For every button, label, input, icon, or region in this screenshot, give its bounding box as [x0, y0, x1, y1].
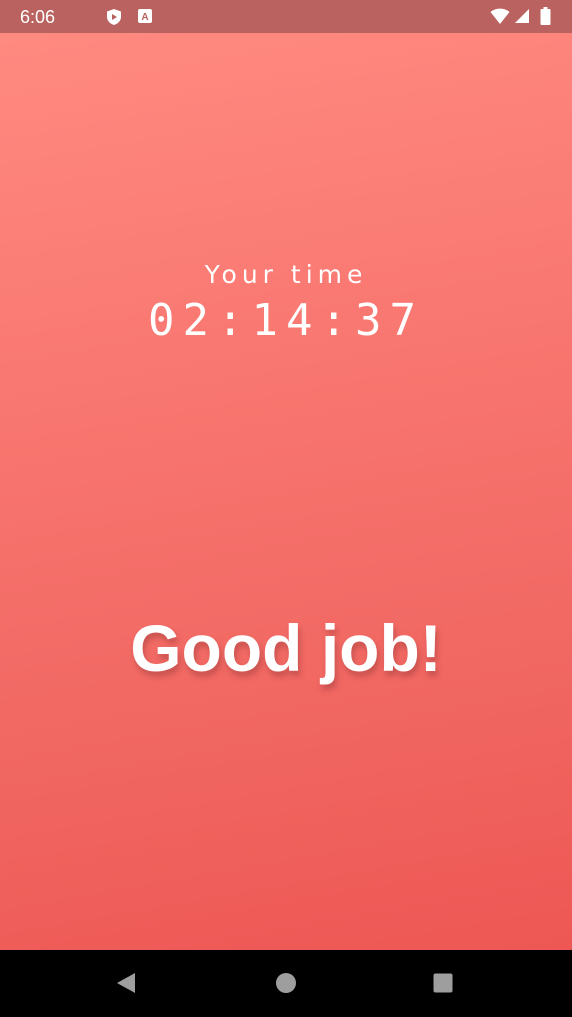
status-time: 6:06 [20, 7, 56, 27]
signal-icon [514, 8, 530, 29]
battery-icon [540, 7, 551, 30]
elapsed-time: 02:14:37 [148, 295, 424, 346]
keyboard-icon: A [137, 8, 153, 29]
status-bar: 6:06 A [0, 0, 572, 33]
wifi-icon [490, 7, 510, 30]
navigation-bar [0, 950, 572, 1017]
home-icon [276, 973, 296, 993]
home-button[interactable] [266, 965, 306, 1001]
svg-text:A: A [141, 12, 148, 23]
screen: 6:06 A Your time 02:14:37 Good job! [0, 0, 572, 1017]
result-screen: Your time 02:14:37 Good job! [0, 33, 572, 950]
your-time-label: Your time [204, 260, 368, 289]
recents-button[interactable] [423, 965, 463, 1001]
good-job-message: Good job! [130, 611, 442, 685]
back-button[interactable] [106, 965, 146, 1001]
back-icon [117, 973, 135, 993]
play-protect-icon [105, 8, 123, 31]
recents-icon [433, 973, 453, 993]
